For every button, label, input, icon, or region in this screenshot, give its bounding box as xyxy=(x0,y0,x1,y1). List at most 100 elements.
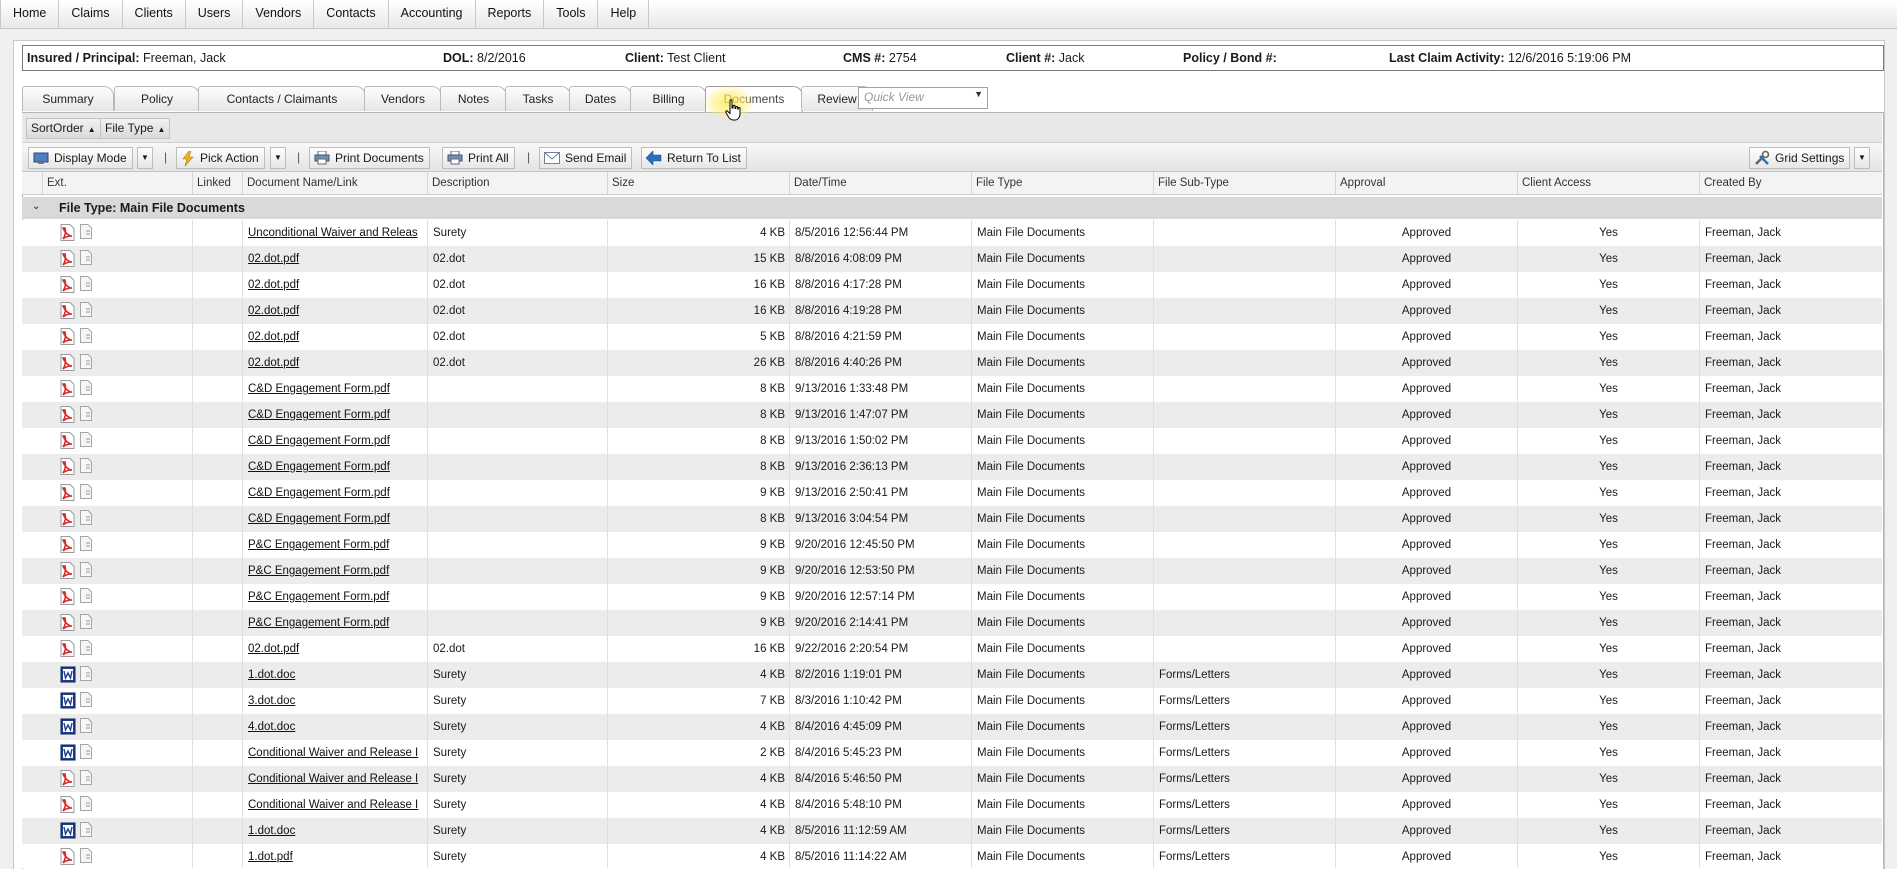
ext-cell[interactable] xyxy=(60,770,92,787)
ext-cell[interactable] xyxy=(60,510,92,527)
document-name-link[interactable]: 02.dot.pdf xyxy=(242,272,427,298)
table-row[interactable]: Conditional Waiver and Release I Surety 2 … xyxy=(22,740,1882,766)
tab-contacts-claimants[interactable]: Contacts / Claimants xyxy=(198,86,366,111)
ext-cell[interactable] xyxy=(60,380,92,397)
ext-cell[interactable] xyxy=(60,250,92,267)
table-row[interactable]: 4.dot.doc Surety 4 KB 8/4/2016 4:45:09 PM Ma… xyxy=(22,714,1882,740)
ext-cell[interactable] xyxy=(60,302,92,319)
grid-settings-dropdown[interactable]: ▼ xyxy=(1854,147,1870,169)
column-header-approval[interactable]: Approval xyxy=(1335,172,1517,194)
table-row[interactable]: Conditional Waiver and Release I Surety 4 … xyxy=(22,766,1882,792)
table-row[interactable]: C&D Engagement Form.pdf 8 KB 9/13/2016 1:3… xyxy=(22,376,1882,402)
document-name-link[interactable]: 1.dot.doc xyxy=(242,662,427,688)
collapse-chevron-icon[interactable]: ⌄ xyxy=(32,201,40,212)
ext-cell[interactable] xyxy=(60,406,92,423)
table-row[interactable]: 02.dot.pdf 02.dot 15 KB 8/8/2016 4:08:09 PM… xyxy=(22,246,1882,272)
document-name-link[interactable]: 02.dot.pdf xyxy=(242,246,427,272)
ext-cell[interactable] xyxy=(60,718,92,735)
tab-notes[interactable]: Notes xyxy=(440,86,507,111)
ext-cell[interactable] xyxy=(60,796,92,813)
table-row[interactable]: P&C Engagement Form.pdf 9 KB 9/20/2016 12:… xyxy=(22,584,1882,610)
ext-cell[interactable] xyxy=(60,666,92,683)
column-header-client-access[interactable]: Client Access xyxy=(1517,172,1699,194)
tab-billing[interactable]: Billing xyxy=(630,86,707,111)
pick-action-dropdown[interactable]: ▼ xyxy=(270,147,286,169)
ext-cell[interactable] xyxy=(60,484,92,501)
table-row[interactable]: 02.dot.pdf 02.dot 16 KB 8/8/2016 4:19:28 PM… xyxy=(22,298,1882,324)
column-header-created-by[interactable]: Created By xyxy=(1699,172,1860,194)
print-all-button[interactable]: Print All xyxy=(442,147,515,169)
document-name-link[interactable]: 3.dot.doc xyxy=(242,688,427,714)
document-name-link[interactable]: Unconditional Waiver and Releas xyxy=(242,220,427,246)
table-row[interactable]: Unconditional Waiver and Releas Surety 4 K… xyxy=(22,220,1882,246)
group-chip-filetype[interactable]: File Type ▲ xyxy=(100,118,171,139)
document-name-link[interactable]: C&D Engagement Form.pdf xyxy=(242,428,427,454)
table-row[interactable]: 02.dot.pdf 02.dot 16 KB 8/8/2016 4:17:28 PM… xyxy=(22,272,1882,298)
table-row[interactable]: 1.dot.pdf Surety 4 KB 8/5/2016 11:14:22 AM M… xyxy=(22,844,1882,868)
tab-summary[interactable]: Summary xyxy=(22,86,114,111)
group-row-main-file-documents[interactable]: ⌄ File Type: Main File Documents xyxy=(22,197,1882,219)
menu-clients[interactable]: Clients xyxy=(123,0,186,28)
table-row[interactable]: 1.dot.doc Surety 4 KB 8/2/2016 1:19:01 PM Ma… xyxy=(22,662,1882,688)
document-name-link[interactable]: Conditional Waiver and Release I xyxy=(242,740,427,766)
ext-cell[interactable] xyxy=(60,588,92,605)
document-name-link[interactable]: P&C Engagement Form.pdf xyxy=(242,532,427,558)
ext-cell[interactable] xyxy=(60,354,92,371)
return-to-list-button[interactable]: Return To List xyxy=(641,147,747,169)
table-row[interactable]: P&C Engagement Form.pdf 9 KB 9/20/2016 12:… xyxy=(22,532,1882,558)
menu-claims[interactable]: Claims xyxy=(59,0,123,28)
ext-cell[interactable] xyxy=(60,276,92,293)
tab-policy[interactable]: Policy xyxy=(114,86,200,111)
ext-cell[interactable] xyxy=(60,614,92,631)
send-email-button[interactable]: Send Email xyxy=(539,147,633,169)
document-name-link[interactable]: 02.dot.pdf xyxy=(242,636,427,662)
ext-cell[interactable] xyxy=(60,536,92,553)
column-header-file-type[interactable]: File Type xyxy=(971,172,1153,194)
document-name-link[interactable]: C&D Engagement Form.pdf xyxy=(242,376,427,402)
column-header-date-time[interactable]: Date/Time xyxy=(789,172,971,194)
column-header-ext[interactable]: Ext. xyxy=(42,172,192,194)
tab-vendors[interactable]: Vendors xyxy=(364,86,442,111)
document-name-link[interactable]: Conditional Waiver and Release I xyxy=(242,792,427,818)
column-header-description[interactable]: Description xyxy=(427,172,607,194)
ext-cell[interactable] xyxy=(60,744,92,761)
table-row[interactable]: 1.dot.doc Surety 4 KB 8/5/2016 11:12:59 AM M… xyxy=(22,818,1882,844)
table-row[interactable]: C&D Engagement Form.pdf 8 KB 9/13/2016 3:0… xyxy=(22,506,1882,532)
ext-cell[interactable] xyxy=(60,224,92,241)
column-header-size[interactable]: Size xyxy=(607,172,789,194)
document-name-link[interactable]: C&D Engagement Form.pdf xyxy=(242,402,427,428)
table-row[interactable]: P&C Engagement Form.pdf 9 KB 9/20/2016 12:… xyxy=(22,558,1882,584)
ext-cell[interactable] xyxy=(60,562,92,579)
display-mode-button[interactable]: Display Mode xyxy=(28,147,133,169)
tab-dates[interactable]: Dates xyxy=(569,86,632,111)
document-name-link[interactable]: 02.dot.pdf xyxy=(242,324,427,350)
document-name-link[interactable]: P&C Engagement Form.pdf xyxy=(242,558,427,584)
document-name-link[interactable]: 1.dot.doc xyxy=(242,818,427,844)
tab-tasks[interactable]: Tasks xyxy=(505,86,571,111)
display-mode-dropdown[interactable]: ▼ xyxy=(137,147,153,169)
table-row[interactable]: 3.dot.doc Surety 7 KB 8/3/2016 1:10:42 PM Ma… xyxy=(22,688,1882,714)
table-row[interactable]: C&D Engagement Form.pdf 8 KB 9/13/2016 2:3… xyxy=(22,454,1882,480)
document-name-link[interactable]: P&C Engagement Form.pdf xyxy=(242,584,427,610)
document-name-link[interactable]: 02.dot.pdf xyxy=(242,298,427,324)
ext-cell[interactable] xyxy=(60,822,92,839)
ext-cell[interactable] xyxy=(60,692,92,709)
menu-users[interactable]: Users xyxy=(186,0,244,28)
table-row[interactable]: C&D Engagement Form.pdf 9 KB 9/13/2016 2:5… xyxy=(22,480,1882,506)
document-name-link[interactable]: 1.dot.pdf xyxy=(242,844,427,868)
table-row[interactable]: 02.dot.pdf 02.dot 5 KB 8/8/2016 4:21:59 PM M… xyxy=(22,324,1882,350)
print-documents-button[interactable]: Print Documents xyxy=(309,147,430,169)
pick-action-button[interactable]: Pick Action xyxy=(176,147,265,169)
document-name-link[interactable]: C&D Engagement Form.pdf xyxy=(242,480,427,506)
table-row[interactable]: 02.dot.pdf 02.dot 26 KB 8/8/2016 4:40:26 PM… xyxy=(22,350,1882,376)
tab-documents[interactable]: Documents xyxy=(705,86,803,112)
document-name-link[interactable]: C&D Engagement Form.pdf xyxy=(242,506,427,532)
ext-cell[interactable] xyxy=(60,328,92,345)
column-header-linked[interactable]: Linked xyxy=(192,172,242,194)
document-name-link[interactable]: Conditional Waiver and Release I xyxy=(242,766,427,792)
group-chip-sortorder[interactable]: SortOrder ▲ xyxy=(26,118,101,139)
ext-cell[interactable] xyxy=(60,640,92,657)
ext-cell[interactable] xyxy=(60,848,92,865)
grid-settings-button[interactable]: Grid Settings xyxy=(1749,147,1851,169)
document-name-link[interactable]: 02.dot.pdf xyxy=(242,350,427,376)
